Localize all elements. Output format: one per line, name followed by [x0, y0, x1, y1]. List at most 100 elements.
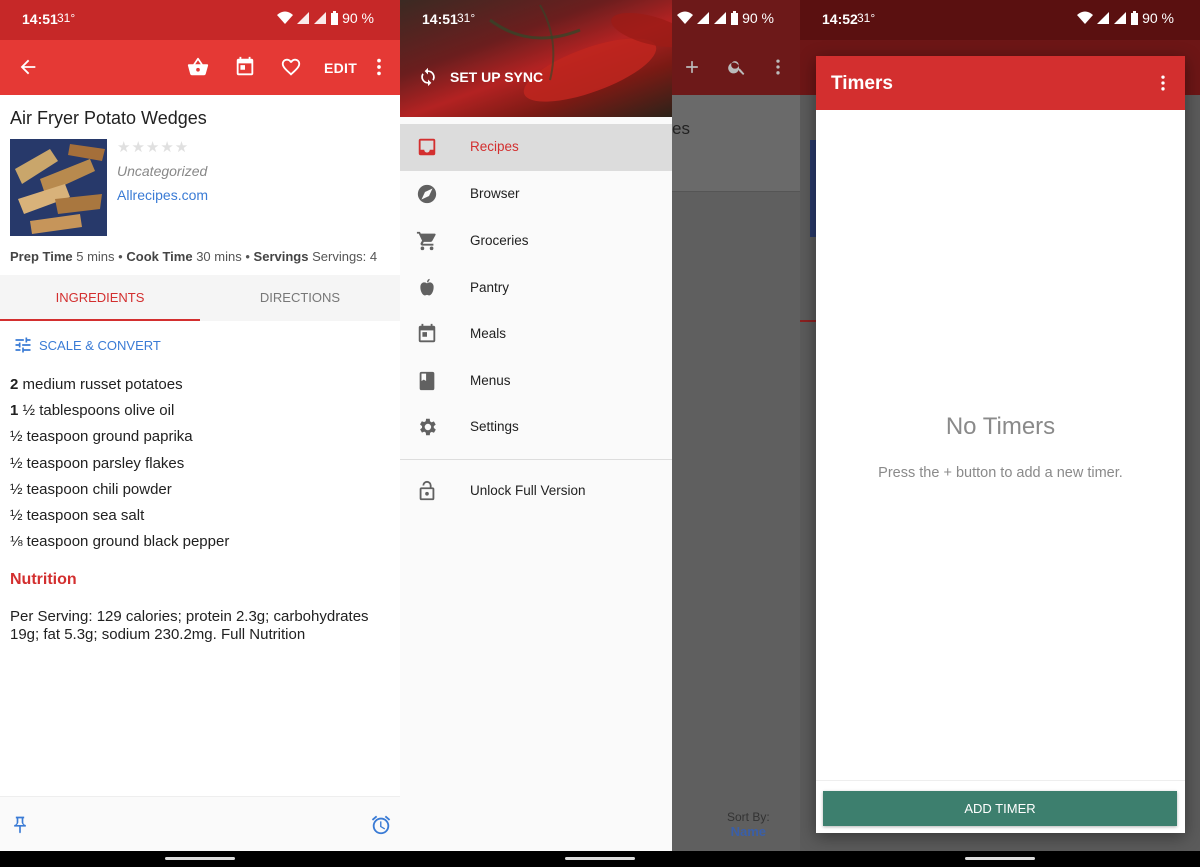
- battery-icon: [731, 11, 739, 25]
- navigation-drawer-screen: es Sort By: Name 14:51 31° SET UP SYNC R…: [400, 0, 800, 867]
- background-recipe-list: es: [672, 0, 800, 867]
- signal-icon: [1097, 12, 1110, 24]
- status-icons: 90 %: [1077, 10, 1174, 26]
- grocery-basket-icon[interactable]: [187, 56, 209, 78]
- ingredient-text: medium russet potatoes: [22, 376, 183, 393]
- status-temperature: 31°: [857, 11, 876, 25]
- recipe-photo[interactable]: [10, 139, 107, 236]
- favorite-heart-icon[interactable]: [280, 56, 302, 78]
- add-icon: [686, 61, 698, 73]
- background-list-row: es: [672, 95, 800, 192]
- book-icon: [419, 371, 435, 391]
- ingredient-item[interactable]: 1 ½ tablespoons olive oil: [10, 402, 229, 428]
- servings-value: Servings: 4: [312, 249, 378, 264]
- gear-icon: [420, 418, 436, 436]
- ingredient-item[interactable]: ½ teaspoon ground paprika: [10, 428, 229, 454]
- recipe-title: Air Fryer Potato Wedges: [10, 108, 207, 128]
- pin-icon[interactable]: [10, 815, 30, 835]
- sort-by-label: Sort By:: [727, 810, 770, 824]
- recipe-source-link[interactable]: Allrecipes.com: [117, 187, 208, 203]
- drawer-item-meals[interactable]: Meals: [400, 311, 672, 358]
- drawer-item-unlock[interactable]: Unlock Full Version: [400, 468, 672, 515]
- drawer-item-menus[interactable]: Menus: [400, 358, 672, 405]
- search-icon: [728, 61, 745, 75]
- nutrition-heading: Nutrition: [10, 571, 77, 588]
- rating-stars[interactable]: ★★★★★: [117, 138, 189, 156]
- signal-icon: [297, 12, 310, 24]
- ingredient-item[interactable]: ⅛ teaspoon ground black pepper: [10, 533, 229, 559]
- ingredient-quantity: 2: [10, 376, 19, 393]
- ingredient-item[interactable]: ½ teaspoon parsley flakes: [10, 455, 229, 481]
- dialog-title: Timers: [831, 73, 893, 94]
- timers-dialog: Timers No Timers Press the + button to a…: [816, 56, 1185, 833]
- navigation-drawer: 14:51 31° SET UP SYNC Recipes Browser Gr…: [400, 0, 672, 851]
- home-gesture-pill[interactable]: [965, 857, 1035, 860]
- set-up-sync-button[interactable]: SET UP SYNC: [418, 67, 543, 87]
- recipe-bottom-bar: [0, 796, 400, 851]
- wifi-icon: [677, 11, 694, 24]
- ingredient-text: ½ tablespoons olive oil: [22, 402, 175, 420]
- back-arrow-icon[interactable]: [17, 56, 39, 78]
- system-nav-bar: [400, 851, 800, 867]
- signal-2-icon: [314, 12, 327, 24]
- more-vert-icon[interactable]: [1153, 73, 1173, 93]
- drawer-item-label: Pantry: [470, 280, 510, 295]
- ingredient-text: ½ teaspoon parsley flakes: [10, 454, 185, 472]
- drawer-item-pantry[interactable]: Pantry: [400, 265, 672, 312]
- tune-icon: [15, 337, 31, 353]
- recipe-category[interactable]: Uncategorized: [117, 163, 207, 179]
- signal-2-icon: [1114, 12, 1127, 24]
- alarm-clock-icon[interactable]: [370, 814, 392, 836]
- ingredient-item[interactable]: 2 medium russet potatoes: [10, 376, 229, 402]
- signal-2-icon: [714, 12, 727, 24]
- status-icons: 90 %: [677, 10, 774, 26]
- drawer-item-label: Browser: [470, 186, 520, 201]
- sync-label: SET UP SYNC: [450, 69, 544, 85]
- background-title-fragment: es: [672, 119, 690, 138]
- sort-by-control: Sort By: Name: [727, 810, 770, 839]
- sync-icon: [421, 67, 435, 87]
- recipe-times: Prep Time 5 mins • Cook Time 30 mins • S…: [10, 249, 377, 264]
- status-bar: 14:51 31°: [400, 0, 672, 40]
- drawer-item-label: Groceries: [470, 233, 529, 248]
- ingredient-item[interactable]: ½ teaspoon sea salt: [10, 507, 229, 533]
- scale-convert-button[interactable]: SCALE & CONVERT: [13, 335, 161, 355]
- servings-label: Servings: [253, 249, 309, 264]
- drawer-item-recipes[interactable]: Recipes: [400, 124, 672, 171]
- tab-ingredients[interactable]: INGREDIENTS: [0, 275, 200, 321]
- status-icons: 90 %: [277, 10, 374, 26]
- scale-convert-label: SCALE & CONVERT: [39, 337, 161, 353]
- battery-icon: [331, 11, 339, 25]
- system-nav-bar: [0, 851, 400, 867]
- calendar-icon[interactable]: [234, 56, 256, 78]
- empty-state-subtitle: Press the + button to add a new timer.: [878, 465, 1123, 481]
- status-time: 14:52: [822, 11, 858, 27]
- drawer-item-label: Settings: [470, 419, 519, 434]
- ingredient-text: ½ teaspoon chili powder: [10, 480, 172, 498]
- nutrition-text: Per Serving: 129 calories; protein 2.3g;…: [10, 608, 369, 643]
- status-bar-right: 90 %: [672, 0, 800, 40]
- separator: •: [245, 249, 250, 264]
- empty-state-title: No Timers: [945, 413, 1056, 440]
- calendar-icon: [418, 323, 436, 343]
- ingredient-item[interactable]: ½ teaspoon chili powder: [10, 481, 229, 507]
- ingredient-text: ½ teaspoon ground paprika: [10, 428, 193, 446]
- tab-directions[interactable]: DIRECTIONS: [200, 275, 400, 321]
- more-vert-icon[interactable]: [368, 56, 390, 78]
- drawer-item-groceries[interactable]: Groceries: [400, 218, 672, 265]
- ingredient-list: 2 medium russet potatoes 1 ½ tablespoons…: [10, 376, 229, 559]
- drawer-divider: [400, 459, 672, 460]
- drawer-item-settings[interactable]: Settings: [400, 404, 672, 451]
- cook-time-label: Cook Time: [126, 249, 193, 264]
- cart-icon: [416, 231, 436, 251]
- drawer-item-browser[interactable]: Browser: [400, 171, 672, 218]
- add-timer-button[interactable]: ADD TIMER: [823, 791, 1177, 826]
- prep-time-label: Prep Time: [10, 249, 73, 264]
- timers-dialog-screen: 14:52 31° 90 % Timers No Timers Press th…: [800, 0, 1200, 867]
- ingredient-text: ½ teaspoon sea salt: [10, 506, 145, 524]
- edit-button[interactable]: EDIT: [324, 60, 357, 76]
- dialog-footer: ADD TIMER: [816, 780, 1185, 833]
- battery-level: 90 %: [342, 10, 374, 26]
- home-gesture-pill[interactable]: [565, 857, 635, 860]
- home-gesture-pill[interactable]: [165, 857, 235, 860]
